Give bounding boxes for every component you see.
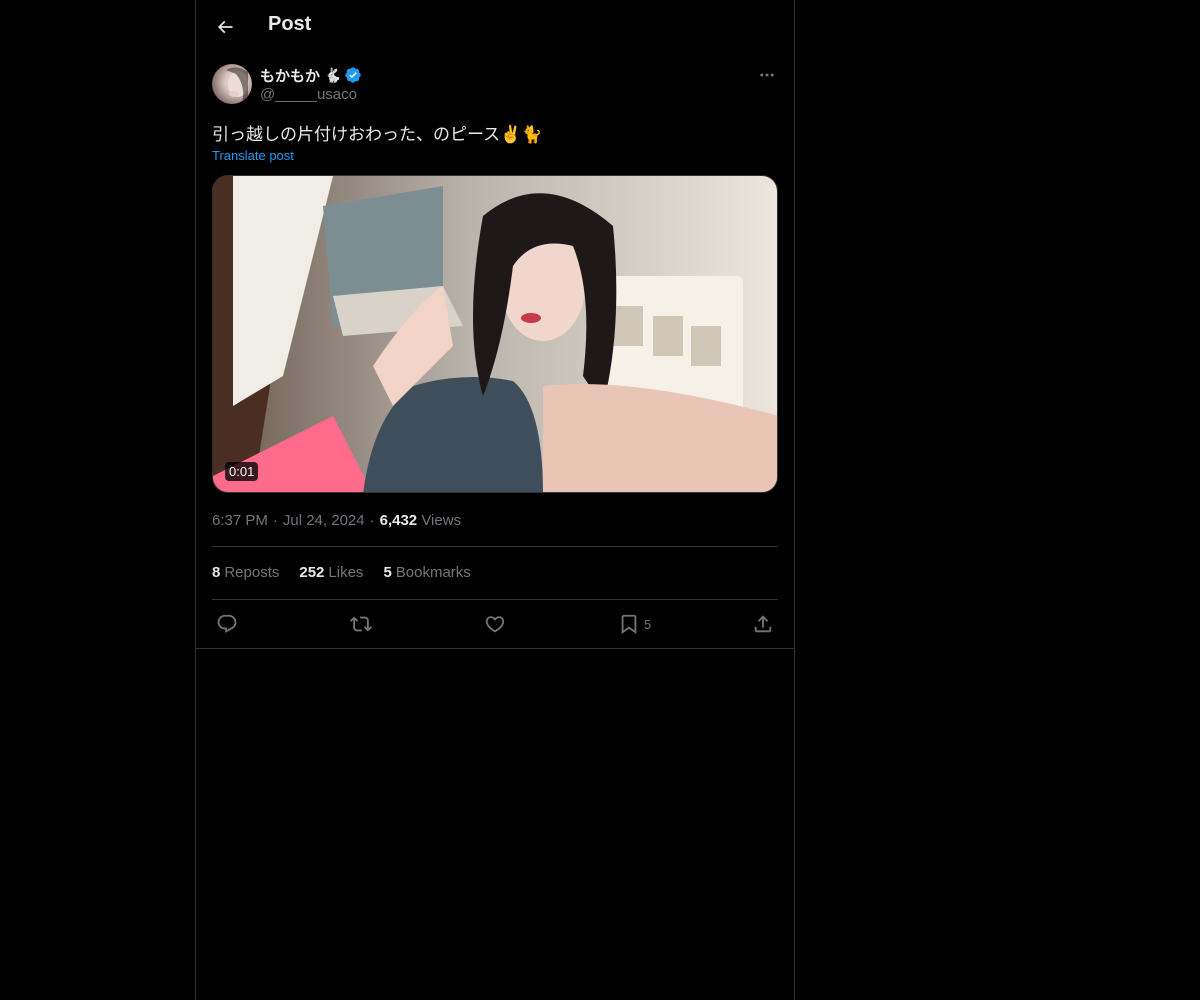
bookmarks-count: 5 [383, 564, 392, 581]
top-bar: Post [196, 0, 794, 53]
reposts-count: 8 [212, 564, 221, 581]
more-dots-icon [760, 73, 774, 77]
bookmarks-label: Bookmarks [395, 564, 471, 581]
post-column: Post もかもか 🐇 @_____usaco 引っ越しの片付けおわった、のピー… [195, 0, 795, 1000]
meta-separator: · [272, 512, 278, 529]
likes-label: Likes [328, 564, 364, 581]
author-display-name[interactable]: もかもか [260, 65, 320, 86]
share-icon [754, 615, 772, 633]
bookmark-count: 5 [644, 616, 652, 632]
divider [212, 599, 778, 600]
reply-icon [217, 614, 237, 633]
bookmarks-stat[interactable]: 5 Bookmarks [383, 564, 470, 581]
translate-post-link[interactable]: Translate post [212, 148, 294, 163]
likes-stat[interactable]: 252 Likes [299, 564, 363, 581]
page-title: Post [268, 13, 312, 35]
share-button[interactable] [752, 612, 774, 636]
reply-button[interactable] [216, 612, 238, 636]
video-player[interactable]: 0:01 [212, 175, 778, 493]
back-button[interactable] [208, 10, 242, 44]
repost-icon [350, 616, 372, 632]
video-thumbnail [213, 176, 777, 492]
likes-count: 252 [299, 564, 325, 581]
divider [212, 546, 778, 547]
post-meta: 6:37 PM · Jul 24, 2024 · 6,432 Views [212, 512, 461, 529]
divider [196, 648, 794, 649]
bookmark-button[interactable]: 5 [618, 612, 651, 636]
arrow-left-icon [217, 20, 233, 34]
repost-button[interactable] [350, 612, 372, 636]
author-handle[interactable]: @_____usaco [260, 86, 357, 103]
more-options-button[interactable] [756, 64, 778, 86]
verified-badge-icon [345, 67, 362, 83]
tweet-text: 引っ越しの片付けおわった、のピース✌️🐈 [212, 125, 543, 144]
post-date[interactable]: Jul 24, 2024 [283, 512, 365, 529]
bookmark-icon [621, 614, 637, 635]
engagement-stats: 8 Reposts 252 Likes 5 Bookmarks [212, 564, 491, 581]
reposts-label: Reposts [224, 564, 280, 581]
views-count: 6,432 [379, 512, 418, 529]
action-bar: 5 [212, 612, 778, 636]
like-button[interactable] [484, 612, 506, 636]
rabbit-emoji: 🐇 [324, 66, 342, 83]
views-label: Views [421, 512, 462, 529]
post-time[interactable]: 6:37 PM [212, 512, 268, 529]
video-duration: 0:01 [225, 462, 259, 481]
author-name-row[interactable]: もかもか 🐇 [260, 65, 362, 85]
meta-separator: · [369, 512, 375, 529]
heart-icon [485, 616, 505, 633]
reposts-stat[interactable]: 8 Reposts [212, 564, 279, 581]
avatar[interactable] [212, 64, 252, 104]
